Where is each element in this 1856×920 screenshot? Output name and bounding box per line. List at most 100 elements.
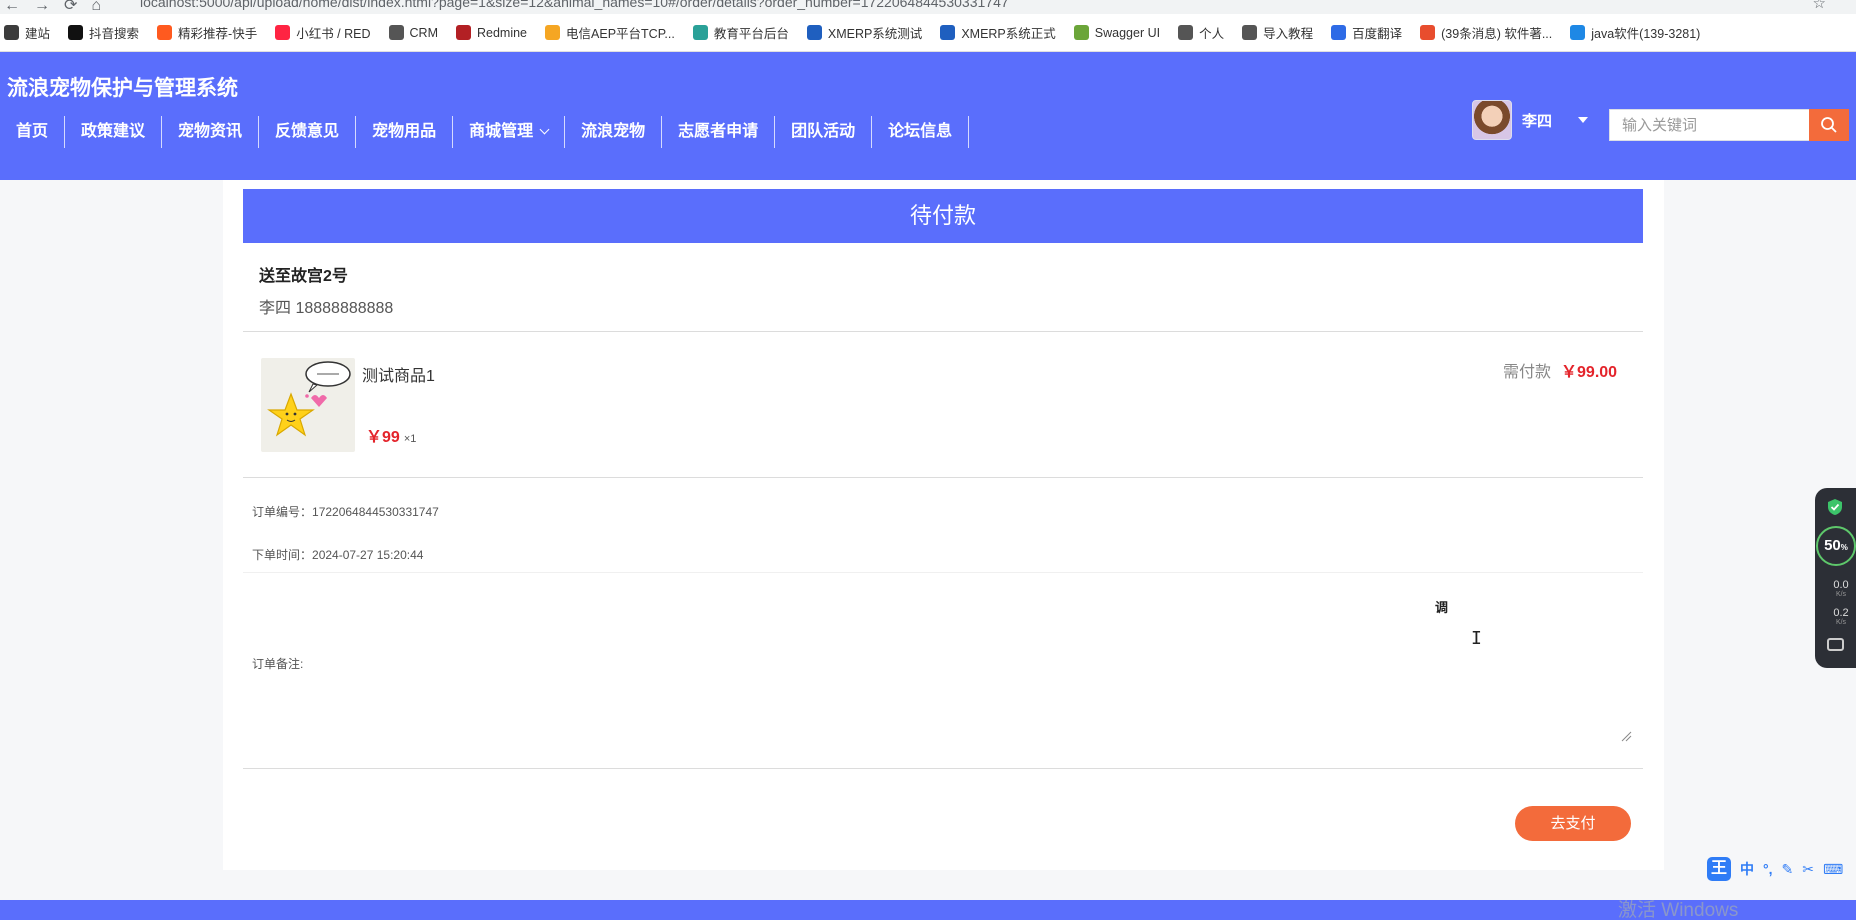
memory-usage-value: 50 [1824,537,1841,554]
chevron-down-icon [539,124,550,135]
nav-item-forum[interactable]: 论坛信息 [872,116,970,148]
nav-item-pet-news[interactable]: 宠物资讯 [162,116,260,148]
amount-due-value: ￥99.00 [1561,364,1618,381]
bookmark-item[interactable]: 个人 [1178,23,1224,42]
bookmark-item[interactable]: 导入教程 [1242,23,1313,42]
site-title: 流浪宠物保护与管理系统 [7,77,238,100]
star-sticker-image [267,361,351,437]
resize-handle-icon[interactable] [1620,730,1632,742]
bookmark-item[interactable]: 百度翻译 [1331,23,1402,42]
memory-usage-unit: % [1840,543,1848,552]
bookmark-label: Redmine [476,25,528,40]
bookmark-item[interactable]: CRM [388,25,438,40]
bookmark-item[interactable]: Redmine [455,25,528,40]
order-number-label: 订单编号： [252,505,313,519]
ime-handwrite-icon[interactable]: ✎ [1782,861,1794,878]
browser-nav-icons[interactable]: ←→⟳⌂ [4,0,115,14]
download-rate: 0.2 K/s [1827,608,1855,628]
bookmark-favicon-icon [275,25,291,40]
shield-check-icon [1828,499,1842,515]
nav-item-pet-supplies[interactable]: 宠物用品 [356,116,454,148]
search-input[interactable] [1609,109,1809,141]
bookmark-favicon-icon [692,25,708,40]
bookmark-item[interactable]: XMERP系统测试 [806,23,923,42]
order-time-label: 下单时间： [252,548,313,562]
nav-item-mall-label: 商城管理 [469,123,534,140]
nav-item-volunteer[interactable]: 志愿者申请 [662,116,776,148]
search-button[interactable] [1809,109,1849,141]
bookmark-favicon-icon [455,25,471,40]
avatar[interactable] [1472,100,1512,140]
bookmark-favicon-icon [1570,25,1586,40]
bookmarks-bar: 建站 抖音搜索 精彩推荐-快手 小红书 / RED CRM Redmine 电信AEP平台T… [0,14,1856,52]
bookmark-favicon-icon [1242,25,1258,40]
ime-logo-icon[interactable]: 王 [1707,857,1731,881]
bookmark-label: CRM [409,25,438,40]
text-cursor-icon: I [1471,628,1482,649]
nav-item-team-activity[interactable]: 团队活动 [775,116,873,148]
nav-item-policy[interactable]: 政策建议 [65,116,163,148]
remark-label: 订单备注: [252,657,304,671]
pay-button[interactable]: 去支付 [1515,806,1631,841]
bookmark-item[interactable]: 抖音搜索 [68,23,139,42]
bookmark-label: 百度翻译 [1352,27,1403,41]
bookmark-item[interactable]: 精彩推荐-快手 [157,23,257,42]
memory-usage-ring: 50% [1816,526,1856,566]
bookmark-favicon-icon [157,25,173,40]
bookmark-item[interactable]: java软件(139-3281) [1570,23,1700,42]
nav-item-mall[interactable]: 商城管理 [453,116,566,148]
bookmark-label: Swagger UI [1094,25,1161,40]
bookmark-item[interactable]: 小红书 / RED [275,23,371,42]
bookmark-item[interactable]: (39条消息) 软件著... [1420,23,1552,42]
ime-chinese-mode[interactable]: 中 [1740,859,1754,879]
bookmark-label: XMERP系统测试 [827,27,923,41]
upload-rate: 0.0 K/s [1827,580,1855,600]
bookmark-label: 导入教程 [1263,27,1314,41]
main-nav: 首页 政策建议 宠物资讯 反馈意见 宠物用品 商城管理 流浪宠物 志愿者申请 团… [0,116,970,148]
browser-address-bar: ←→⟳⌂ localhost:5000/api/upload/home/dist… [0,0,1856,14]
divider [243,768,1643,769]
nav-item-home[interactable]: 首页 [0,116,66,148]
divider [243,477,1643,478]
ime-punctuation-icon[interactable]: °, [1763,861,1773,877]
bookmark-label: 建站 [25,27,51,41]
bookmark-label: 小红书 / RED [296,27,371,41]
camera-icon[interactable] [1827,638,1844,651]
bookmark-favicon-icon [545,25,561,40]
goods-unit-price: ￥99 [366,429,400,446]
bookmark-favicon-icon [4,25,19,40]
bookmark-label: 教育平台后台 [713,27,789,41]
goods-image[interactable] [261,358,355,452]
ime-keyboard-icon[interactable]: ⌨ [1823,861,1843,878]
bookmark-favicon-icon [1420,25,1436,40]
amount-due-label: 需付款 [1503,364,1552,381]
order-number-value: 1722064844530331747 [312,505,439,519]
bookmark-label: 抖音搜索 [89,27,140,41]
network-speed-widget[interactable]: 50% 0.0 K/s 0.2 K/s [1815,488,1856,668]
contact-line: 李四 18888888888 [259,300,394,317]
bookmark-favicon-icon [806,25,822,40]
bookmark-item[interactable]: 教育平台后台 [692,23,789,42]
bookmark-star-icon[interactable]: ☆ [1813,0,1826,12]
url-field[interactable]: localhost:5000/api/upload/home/dist/inde… [140,0,1009,10]
divider [243,572,1643,573]
nav-item-stray-pets[interactable]: 流浪宠物 [565,116,663,148]
bookmark-item[interactable]: XMERP系统正式 [940,23,1056,42]
user-name[interactable]: 李四 [1522,110,1552,131]
order-card [223,180,1664,870]
bookmark-favicon-icon [1073,25,1089,40]
caret-down-icon[interactable] [1578,117,1589,123]
user-menu[interactable]: 李四 [1472,100,1589,140]
bookmark-item[interactable]: 建站 [4,23,50,42]
ime-scissors-icon[interactable]: ✂ [1802,861,1814,878]
site-footer [0,900,1856,920]
bookmark-favicon-icon [388,25,404,40]
bookmark-item[interactable]: 电信AEP平台TCP... [545,23,675,42]
goods-name[interactable]: 测试商品1 [362,362,435,386]
bookmark-item[interactable]: Swagger UI [1073,25,1161,40]
windows-activation-watermark: 激活 Windows [1618,900,1739,920]
order-number-row: 订单编号：1722064844530331747 [252,503,439,520]
bookmark-label: XMERP系统正式 [961,27,1056,41]
nav-item-feedback[interactable]: 反馈意见 [259,116,357,148]
search-icon [1821,117,1837,133]
